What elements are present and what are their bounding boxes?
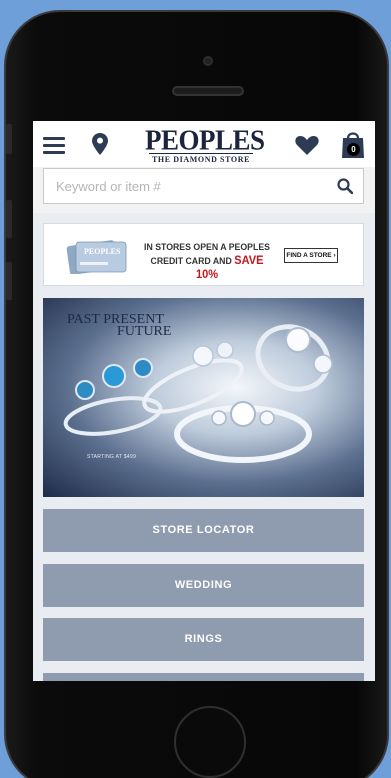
earpiece-speaker <box>172 86 244 96</box>
search-box <box>43 168 364 204</box>
app-header: PEOPLES THE DIAMOND STORE 0 <box>33 121 375 167</box>
search-icon[interactable] <box>337 178 353 194</box>
front-camera <box>203 56 213 66</box>
next-nav-button-partial[interactable] <box>43 673 364 681</box>
wishlist-heart-icon[interactable] <box>295 135 319 155</box>
banner-title-line-2: FUTURE <box>117 324 172 339</box>
store-location-pin-icon[interactable] <box>92 133 108 155</box>
store-locator-button[interactable]: STORE LOCATOR <box>43 509 364 552</box>
promo-line-2: CREDIT CARD AND SAVE 10% <box>138 254 276 282</box>
wedding-button[interactable]: WEDDING <box>43 564 364 607</box>
rings-button[interactable]: RINGS <box>43 618 364 661</box>
credit-card-promo-banner[interactable]: PEOPLES IN STORES OPEN A PEOPLES CREDIT … <box>43 223 364 286</box>
cart-count-badge: 0 <box>347 143 360 156</box>
hamburger-menu-icon[interactable] <box>43 137 65 154</box>
search-bar-container <box>33 167 375 213</box>
past-present-future-banner[interactable]: PAST PRESENT FUTURE STARTING AT $499 <box>43 298 364 497</box>
side-button-silent <box>6 124 12 154</box>
peoples-logo[interactable]: PEOPLES THE DIAMOND STORE <box>145 124 265 164</box>
side-button-volume-down <box>6 262 12 300</box>
app-screen: PEOPLES THE DIAMOND STORE 0 Keyword or i… <box>33 121 375 681</box>
promo-line-2-prefix: CREDIT CARD AND <box>150 256 232 267</box>
logo-wordmark: PEOPLES <box>145 124 265 156</box>
search-input[interactable] <box>44 169 324 203</box>
shopping-bag-icon[interactable]: 0 <box>341 129 365 159</box>
card-brand-text: PEOPLES <box>84 247 121 256</box>
find-a-store-button[interactable]: FIND A STORE › <box>284 248 338 263</box>
home-button[interactable] <box>174 706 246 778</box>
banner-starting-price: STARTING AT $499 <box>87 454 137 460</box>
side-button-volume-up <box>6 200 12 238</box>
promo-text: IN STORES OPEN A PEOPLES CREDIT CARD AND… <box>138 242 276 282</box>
banner-title: PAST PRESENT FUTURE <box>67 313 172 339</box>
credit-cards-image: PEOPLES <box>66 240 127 274</box>
